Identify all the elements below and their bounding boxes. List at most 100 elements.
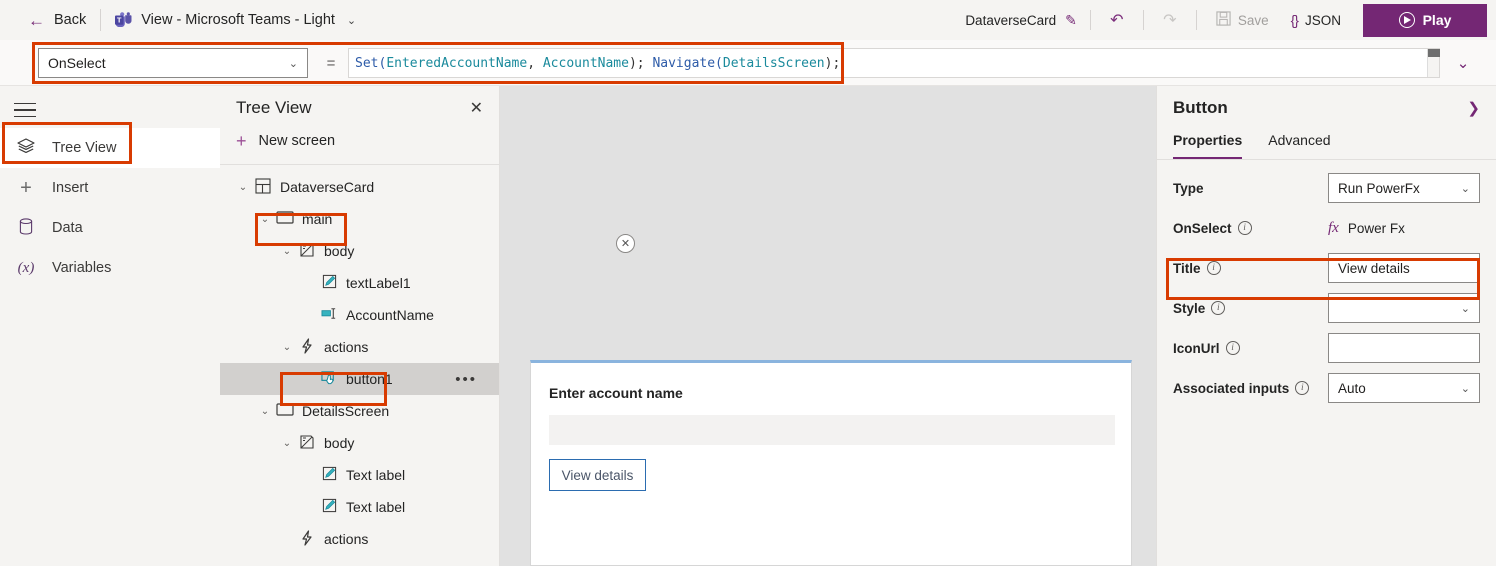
microsoft-teams-icon: T	[115, 12, 132, 28]
formula-token: );	[628, 55, 653, 71]
tree-node-list: ⌄ DataverseCard ⌄ main ⌄ body textLabel1 Accoun…	[220, 171, 499, 555]
card-title-dropdown[interactable]: T View - Microsoft Teams - Light ⌄	[115, 12, 356, 28]
save-button[interactable]: Save	[1210, 11, 1275, 29]
tree-node[interactable]: ⌄ actions	[220, 331, 499, 363]
tree-node-label: actions	[324, 339, 369, 355]
chevron-down-icon[interactable]: ⌄	[256, 406, 274, 417]
chevron-down-icon[interactable]: ⌄	[234, 182, 252, 193]
chevron-down-icon[interactable]: ⌄	[278, 342, 296, 353]
tree-node-label: Text label	[346, 467, 406, 483]
chevron-down-icon: ⌄	[1460, 302, 1470, 315]
tree-node-label: actions	[324, 531, 369, 547]
toolbar-divider	[1195, 10, 1197, 30]
tree-node-label: AccountName	[346, 307, 434, 323]
text-label-icon	[318, 466, 340, 484]
property-dropdown[interactable]: Auto ⌄	[1328, 373, 1480, 403]
equals-sign: =	[326, 55, 336, 72]
info-icon[interactable]: i	[1206, 261, 1221, 275]
account-name-input[interactable]	[549, 415, 1115, 445]
play-button[interactable]: Play	[1363, 3, 1487, 37]
formula-token: DetailsScreen	[722, 55, 825, 71]
chevron-down-icon: ⌄	[346, 14, 357, 27]
chevron-right-icon[interactable]: ❯	[1467, 99, 1480, 117]
formula-scrollbar-thumb[interactable]	[1428, 49, 1440, 57]
back-button[interactable]: ← Back	[28, 12, 86, 29]
property-text-input[interactable]: View details	[1328, 253, 1480, 283]
top-toolbar: ← Back T View - Microsoft Teams - Light …	[0, 0, 1496, 40]
pencil-icon[interactable]: ✎	[1065, 12, 1077, 29]
tree-node[interactable]: ⌄ main	[220, 203, 499, 235]
chevron-down-icon[interactable]: ⌄	[278, 438, 296, 449]
formula-token: Set(	[355, 55, 387, 71]
property-dropdown[interactable]: ⌄	[1328, 293, 1480, 323]
body-container-icon	[296, 434, 318, 453]
property-value: Run PowerFx	[1338, 180, 1420, 196]
sidebar-item-label: Tree View	[52, 140, 117, 156]
toolbar-divider	[1089, 10, 1091, 30]
close-circle-icon[interactable]: ✕	[616, 234, 635, 253]
property-label: Title	[1173, 260, 1201, 276]
formula-token: ,	[527, 55, 543, 71]
close-icon[interactable]: ✕	[470, 98, 483, 118]
tree-node-label: body	[324, 435, 355, 451]
formula-expand-button[interactable]: ⌄	[1452, 52, 1474, 74]
tree-node[interactable]: ⌄ body	[220, 427, 499, 459]
tab-advanced[interactable]: Advanced	[1268, 132, 1330, 159]
curly-braces-icon: {}	[1290, 12, 1299, 28]
sidebar-item-data[interactable]: Data	[0, 208, 220, 248]
info-icon[interactable]: i	[1211, 301, 1226, 315]
tree-view-title: Tree View	[236, 98, 312, 117]
formula-scrollbar[interactable]	[1427, 49, 1440, 77]
property-dropdown[interactable]: Run PowerFx ⌄	[1328, 173, 1480, 203]
sidebar-item-tree-view[interactable]: Tree View	[0, 128, 220, 168]
property-selector-dropdown[interactable]: OnSelect ⌄	[38, 48, 308, 78]
undo-icon[interactable]: ↶	[1104, 7, 1130, 33]
button-click-icon	[318, 370, 340, 389]
left-rail: Tree View + Insert Data (x) Variables	[0, 86, 220, 566]
save-floppy-icon	[1216, 11, 1231, 29]
save-label: Save	[1237, 12, 1269, 28]
property-row: IconUrl i	[1157, 328, 1496, 368]
sidebar-item-variables[interactable]: (x) Variables	[0, 248, 220, 288]
view-details-button-label: View details	[561, 467, 634, 483]
tab-properties[interactable]: Properties	[1173, 132, 1243, 159]
tree-node[interactable]: ⌄ DataverseCard	[220, 171, 499, 203]
tree-node[interactable]: AccountName	[220, 299, 499, 331]
tree-node-more-icon[interactable]: •••	[455, 371, 477, 388]
card-grid-icon	[252, 177, 274, 197]
property-label: Style	[1173, 300, 1206, 316]
page-title: Button	[1173, 98, 1228, 117]
hamburger-menu-icon[interactable]	[14, 98, 40, 122]
tree-node[interactable]: ⌄ DetailsScreen	[220, 395, 499, 427]
chevron-down-icon[interactable]: ⌄	[278, 246, 296, 257]
tree-node[interactable]: Text label	[220, 491, 499, 523]
text-label-icon	[318, 274, 340, 292]
property-row: Associated inputs i Auto ⌄	[1157, 368, 1496, 408]
redo-icon[interactable]: ↷	[1157, 7, 1183, 33]
tree-view-panel: Tree View ✕ + New screen ⌄ DataverseCard ⌄…	[220, 86, 500, 566]
info-icon[interactable]: i	[1225, 341, 1240, 355]
tree-node-label: DetailsScreen	[302, 403, 390, 419]
tree-node[interactable]: actions	[220, 523, 499, 555]
property-value: View details	[1338, 260, 1410, 276]
json-label: JSON	[1304, 12, 1341, 28]
tree-node[interactable]: button1 •••	[220, 363, 499, 395]
info-icon[interactable]: i	[1295, 381, 1310, 395]
variables-icon: (x)	[17, 259, 35, 276]
tree-node[interactable]: ⌄ body	[220, 235, 499, 267]
lightning-icon	[296, 337, 318, 357]
view-details-button[interactable]: View details	[549, 459, 646, 491]
info-icon[interactable]: i	[1237, 221, 1252, 235]
plus-icon: +	[20, 176, 32, 199]
json-button[interactable]: {} JSON	[1285, 12, 1347, 28]
tree-node-label: DataverseCard	[280, 179, 375, 195]
sidebar-item-insert[interactable]: + Insert	[0, 168, 220, 208]
new-screen-button[interactable]: + New screen	[220, 124, 499, 160]
tree-node[interactable]: textLabel1	[220, 267, 499, 299]
power-fx-link[interactable]: fx Power Fx	[1328, 213, 1480, 243]
chevron-down-icon[interactable]: ⌄	[256, 214, 274, 225]
tree-node[interactable]: Text label	[220, 459, 499, 491]
formula-input[interactable]: Set(EnteredAccountName, AccountName); Na…	[348, 48, 1440, 78]
divider	[220, 164, 499, 165]
property-text-input[interactable]	[1328, 333, 1480, 363]
